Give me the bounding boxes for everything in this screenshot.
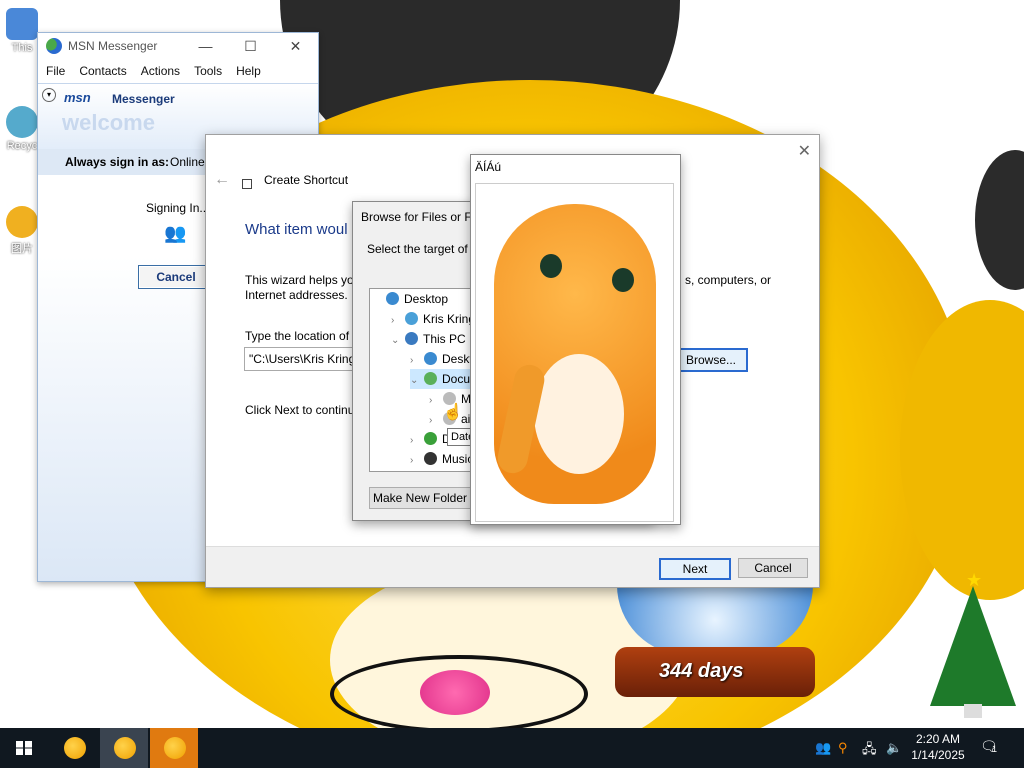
duck-icon xyxy=(64,737,86,759)
wallpaper-right-dark xyxy=(975,150,1024,290)
countdown-label: 344 days xyxy=(659,660,744,682)
folder-icon xyxy=(386,292,399,305)
taskbar-app-3[interactable] xyxy=(150,728,198,768)
snow-globe-widget: 344 days xyxy=(615,585,815,700)
desktop-icon-label: Recyc xyxy=(6,140,38,152)
taskbar-app-2[interactable] xyxy=(100,728,148,768)
browse-dialog-prompt: Select the target of th xyxy=(367,242,482,256)
browse-button[interactable]: Browse... xyxy=(674,348,748,372)
minimize-button[interactable]: — xyxy=(183,33,228,59)
clock[interactable]: 2:20 AM 1/14/2025 xyxy=(905,731,971,763)
msn-menubar: File Contacts Actions Tools Help xyxy=(38,59,318,83)
clock-time: 2:20 AM xyxy=(915,732,961,746)
status-dropdown[interactable]: Online xyxy=(170,155,205,169)
close-button[interactable]: ✕ xyxy=(273,33,318,59)
tree-node-label: This PC xyxy=(423,332,466,346)
wizard-cancel-button[interactable]: Cancel xyxy=(738,558,808,578)
menu-file[interactable]: File xyxy=(46,64,65,78)
notification-count: 1 xyxy=(992,744,998,754)
hand-cursor-icon: ☝ xyxy=(443,404,463,421)
chevron-down-icon[interactable]: ⌄ xyxy=(410,371,424,391)
volume-icon[interactable]: 🔈 xyxy=(886,740,902,756)
chevron-right-icon[interactable]: › xyxy=(410,431,424,451)
folder-icon xyxy=(424,352,437,365)
tree-node-label: Music xyxy=(442,452,474,466)
desktop-icon-label: This xyxy=(11,42,33,54)
desktop-icon-label: 图片 xyxy=(11,243,33,255)
menu-tools[interactable]: Tools xyxy=(194,64,222,78)
location-input[interactable]: "C:\Users\Kris Kring xyxy=(244,347,360,371)
msn-logo: msn xyxy=(64,90,91,105)
network-icon[interactable]: 🖧 xyxy=(862,740,877,762)
duck-icon xyxy=(114,737,136,759)
chevron-down-icon[interactable]: ⌄ xyxy=(391,331,405,351)
next-button[interactable]: Next xyxy=(659,558,731,580)
folder-icon xyxy=(405,332,418,345)
msn-cancel-button[interactable]: Cancel xyxy=(138,265,214,289)
chevron-right-icon[interactable]: › xyxy=(410,451,424,471)
msn-logo-suffix: Messenger xyxy=(112,92,175,106)
notification-center-button[interactable]: 🗨 1 xyxy=(980,738,1002,756)
recycle-bin-icon xyxy=(6,106,38,138)
clock-date: 1/14/2025 xyxy=(911,748,965,762)
tree-body xyxy=(930,586,1016,706)
start-button[interactable] xyxy=(0,728,48,768)
chevron-right-icon[interactable]: › xyxy=(429,411,443,431)
snow-globe xyxy=(617,585,813,655)
dinosaur-mascot-image xyxy=(475,183,674,522)
chevron-right-icon[interactable]: › xyxy=(391,311,405,331)
taskbar: 👥 ⚲ 🖧 🔈 2:20 AM 1/14/2025 🗨 1 xyxy=(0,728,1024,768)
folder-icon xyxy=(405,312,418,325)
maximize-button[interactable]: ☐ xyxy=(228,33,273,59)
signing-in-text: Signing In... xyxy=(146,201,210,215)
mascot-right-eye xyxy=(612,268,634,292)
wallpaper-heart xyxy=(420,670,490,715)
wizard-title: Create Shortcut xyxy=(264,173,349,187)
menu-contacts[interactable]: Contacts xyxy=(79,64,126,78)
christmas-tree: ★ xyxy=(928,570,1018,720)
tree-trunk xyxy=(964,704,982,718)
back-arrow-icon[interactable]: ← xyxy=(214,171,230,189)
duck-icon xyxy=(6,206,38,238)
tree-node-label: Desktop xyxy=(404,292,449,306)
browse-dialog-title: Browse for Files or Fo xyxy=(361,210,479,224)
mascot-belly xyxy=(534,354,624,474)
preview-title: ÄÍÁú xyxy=(475,160,502,174)
msn-buddies-icon: 👥 xyxy=(164,223,187,243)
collapse-icon[interactable]: ▾ xyxy=(42,88,56,102)
mascot-left-eye xyxy=(540,254,562,278)
chevron-right-icon[interactable]: › xyxy=(410,351,424,371)
computer-icon xyxy=(6,8,38,40)
menu-help[interactable]: Help xyxy=(236,64,261,78)
make-new-folder-button[interactable]: Make New Folder xyxy=(369,487,471,509)
windows-logo-icon xyxy=(16,741,32,755)
tree-node[interactable]: › Music xyxy=(410,449,479,469)
type-location-label: Type the location of xyxy=(245,329,350,343)
taskbar-app-1[interactable] xyxy=(50,728,98,768)
people-tray-icon[interactable]: 👥 xyxy=(815,740,831,756)
chevron-right-icon[interactable]: › xyxy=(429,391,443,411)
always-sign-in-label: Always sign in as: xyxy=(65,155,170,169)
msn-window-title: MSN Messenger xyxy=(68,39,158,53)
wizard-footer: Next Cancel xyxy=(206,546,819,587)
folder-icon xyxy=(424,372,437,385)
wizard-desc-line1-right: s, computers, or xyxy=(685,273,772,287)
welcome-text: welcome xyxy=(62,110,155,135)
image-preview-window: ÄÍÁú xyxy=(470,154,681,525)
tree-node[interactable]: Desktop xyxy=(372,289,454,309)
menu-actions[interactable]: Actions xyxy=(141,64,180,78)
msn-buddy-icon xyxy=(46,38,62,54)
wizard-heading: What item woul xyxy=(245,221,348,238)
search-tray-icon[interactable]: ⚲ xyxy=(838,740,848,756)
click-next-text: Click Next to continu xyxy=(245,403,355,417)
folder-icon xyxy=(424,432,437,445)
duck-icon xyxy=(164,737,186,759)
close-icon[interactable]: ✕ xyxy=(798,141,811,161)
folder-icon xyxy=(424,452,437,465)
msn-titlebar[interactable]: MSN Messenger — ☐ ✕ xyxy=(38,33,318,59)
shortcut-icon xyxy=(242,179,252,189)
tree-node[interactable]: ⌄ This PC xyxy=(391,329,472,349)
